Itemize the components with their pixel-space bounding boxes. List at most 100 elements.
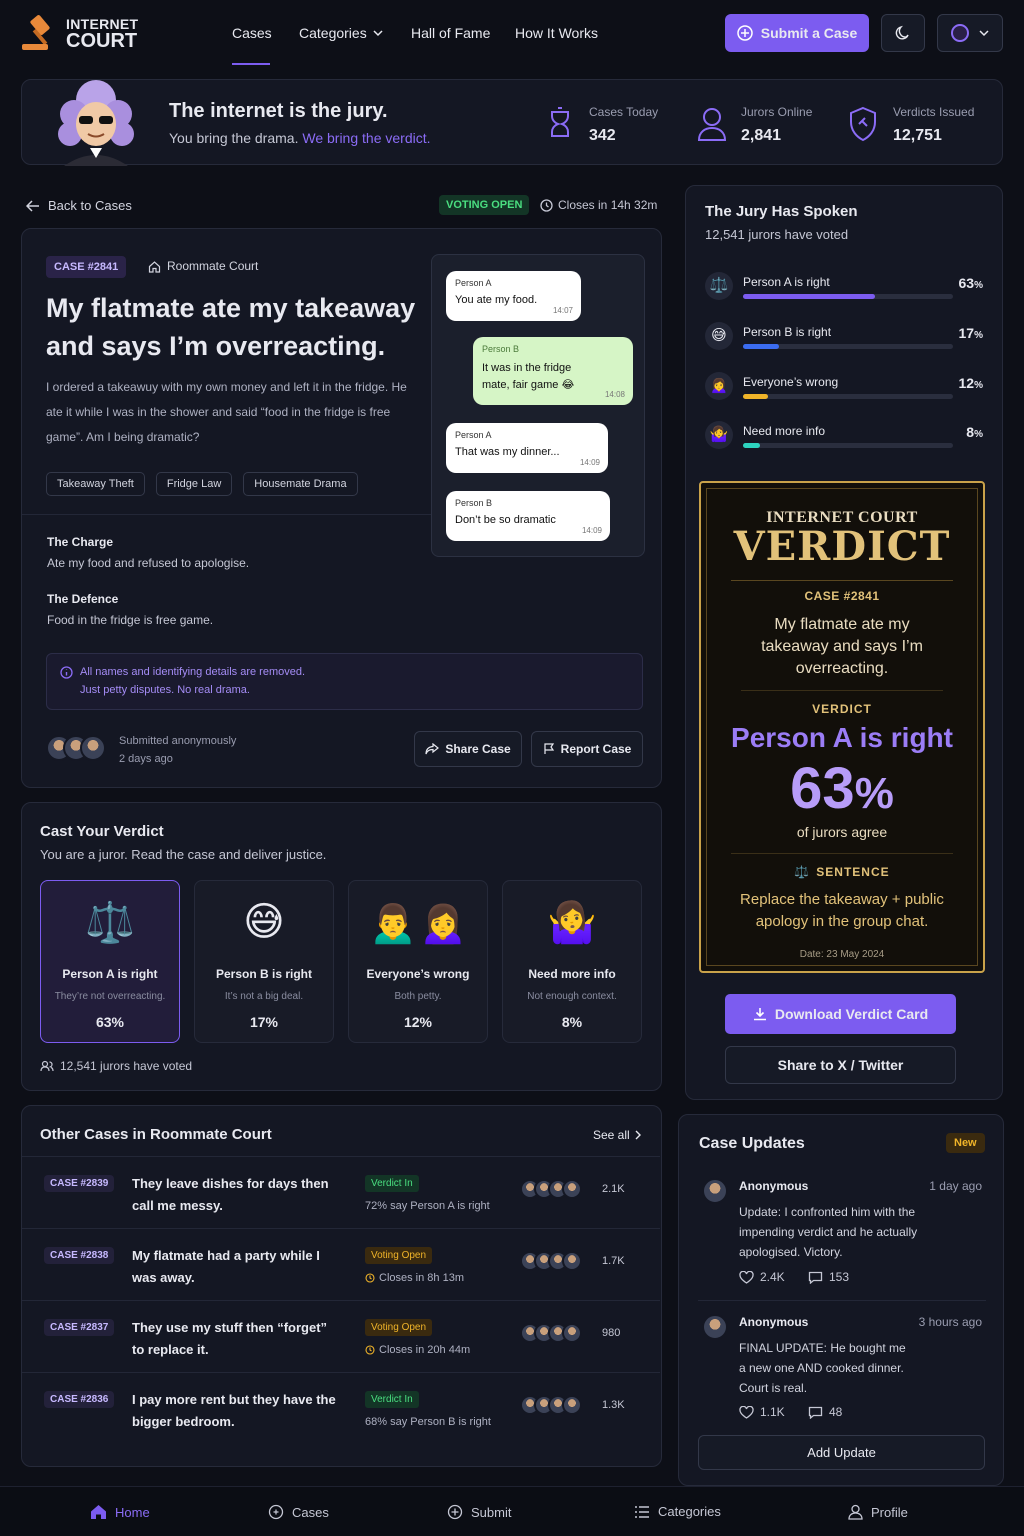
avatar <box>562 1395 582 1415</box>
like-count: 2.4K <box>760 1270 785 1284</box>
avatar <box>702 1314 728 1340</box>
stat-jurors-online: Jurors Online 2,841 <box>697 102 837 148</box>
add-update-button[interactable]: Add Update <box>698 1435 985 1470</box>
vote-option-everyone-wrong[interactable]: 🙍‍♂️🙍‍♀️ Everyone’s wrong Both petty. 12… <box>348 880 488 1043</box>
jury-title: The Jury Has Spoken <box>705 203 858 220</box>
stat-label: Jurors Online <box>741 105 813 119</box>
comment-button[interactable]: 153 <box>808 1270 849 1284</box>
verdict-head-2: VERDICT <box>733 523 951 570</box>
update-item: Anonymous 3 hours ago FINAL UPDATE: He b… <box>698 1312 986 1422</box>
share-case-button[interactable]: Share Case <box>414 731 522 767</box>
grimace-emoji-icon: 😅 <box>243 900 285 944</box>
case-list-item[interactable]: CASE #2837 They use my stuff then “forge… <box>22 1300 660 1372</box>
add-update-label: Add Update <box>807 1445 876 1460</box>
download-verdict-button[interactable]: Download Verdict Card <box>725 994 956 1034</box>
logo[interactable]: INTERNET COURT <box>20 14 150 54</box>
sentence-heading: ⚖️ SENTENCE <box>701 865 983 879</box>
moon-icon <box>895 25 909 40</box>
bottom-nav-profile[interactable]: Profile <box>848 1504 908 1520</box>
closes-label: Closes in 14h 32m <box>558 198 658 212</box>
voting-status-badge: VOTING OPEN <box>439 195 530 215</box>
chat-bubble: Person B It was in the fridge mate, fair… <box>473 337 633 405</box>
nav-how-it-works[interactable]: How It Works <box>515 25 598 41</box>
avatar <box>562 1251 582 1271</box>
pouting-person-emoji-icon: 🙍‍♀️ <box>705 372 733 400</box>
avatar <box>702 1178 728 1204</box>
see-all-label: See all <box>593 1128 630 1142</box>
case-list-item[interactable]: CASE #2839 They leave dishes for days th… <box>22 1156 660 1228</box>
info-icon <box>60 666 73 679</box>
case-row-detail: Closes in 8h 13m <box>365 1272 464 1284</box>
theme-toggle-button[interactable] <box>881 14 925 52</box>
back-to-cases-link[interactable]: Back to Cases <box>26 198 132 213</box>
juror-avatars <box>520 1323 582 1343</box>
case-list-item[interactable]: CASE #2838 My flatmate had a party while… <box>22 1228 660 1300</box>
share-twitter-button[interactable]: Share to X / Twitter <box>725 1046 956 1084</box>
nav-cases[interactable]: Cases <box>232 25 272 41</box>
tag-chip[interactable]: Fridge Law <box>155 472 233 496</box>
result-pct-value: 63 <box>958 275 975 291</box>
case-id-badge: CASE #2841 <box>46 256 127 278</box>
verdict-pct-sign: % <box>854 769 894 818</box>
report-case-button[interactable]: Report Case <box>531 731 643 767</box>
comment-icon <box>808 1271 823 1284</box>
comment-button[interactable]: 48 <box>808 1405 842 1419</box>
verdict-result: Person A is right <box>731 722 953 753</box>
status-badge: Voting Open <box>365 1247 433 1264</box>
shrug-emoji-icon: 🤷‍♀️ <box>547 901 597 945</box>
tag-chip[interactable]: Housemate Drama <box>243 472 358 496</box>
vote-option-need-info[interactable]: 🤷‍♀️ Need more info Not enough context. … <box>502 880 642 1043</box>
verdict-agree: of jurors agree <box>796 824 888 840</box>
bottom-nav-categories[interactable]: Categories <box>634 1504 721 1519</box>
juror-avatars <box>520 1395 582 1415</box>
sentence-label: SENTENCE <box>816 865 890 879</box>
result-label: Everyone’s wrong <box>743 375 839 389</box>
case-list-item[interactable]: CASE #2836 I pay more rent but they have… <box>22 1372 660 1444</box>
like-count: 1.1K <box>760 1405 785 1419</box>
verdict-certificate: INTERNET COURT VERDICT CASE #2841 My fla… <box>699 481 985 973</box>
vote-option-person-a[interactable]: ⚖️ Person A is right They’re not overrea… <box>40 880 180 1043</box>
see-all-link[interactable]: See all <box>593 1128 641 1142</box>
vote-option-label: Person B is right <box>215 967 313 981</box>
result-bar <box>743 394 953 399</box>
result-label: Need more info <box>743 424 826 438</box>
jury-result-row: 🙍‍♀️ Everyone’s wrong 12% <box>705 372 985 412</box>
home-icon <box>91 1505 106 1519</box>
list-icon <box>635 1505 649 1518</box>
court-category[interactable]: Roommate Court <box>148 259 258 273</box>
nav-categories[interactable]: Categories <box>299 25 383 41</box>
arrow-left-icon <box>26 199 39 212</box>
verdict-label: VERDICT <box>812 702 872 716</box>
charge-text: Ate my food and refused to apologise. <box>47 556 250 570</box>
case-id-badge: CASE #2838 <box>44 1247 115 1264</box>
voted-count-label: 12,541 jurors have voted <box>60 1059 193 1073</box>
clock-icon <box>540 198 553 212</box>
bottom-nav-home[interactable]: Home <box>90 1504 150 1520</box>
jury-subtitle: 12,541 jurors have voted <box>705 227 849 242</box>
bottom-nav-submit[interactable]: Submit <box>447 1504 511 1520</box>
like-button[interactable]: 1.1K <box>739 1405 785 1419</box>
charge-label: The Charge <box>47 535 114 549</box>
bottom-nav-label: Home <box>115 1504 150 1520</box>
divider <box>698 1300 986 1301</box>
plus-circle-icon <box>737 25 753 41</box>
tag-chip[interactable]: Takeaway Theft <box>46 472 145 496</box>
heart-icon <box>739 1270 754 1284</box>
result-pct: 17% <box>958 325 983 341</box>
chat-time: 14:08 <box>604 390 625 399</box>
submit-case-button[interactable]: Submit a Case <box>725 14 869 52</box>
jury-result-row: ⚖️ Person A is right 63% <box>705 272 985 312</box>
judge-mascot-icon <box>58 80 134 166</box>
defence-label: The Defence <box>47 592 119 606</box>
account-menu-button[interactable] <box>937 14 1003 52</box>
comment-count: 153 <box>829 1270 850 1284</box>
vote-option-person-b[interactable]: 😅 Person B is right It’s not a big deal.… <box>194 880 334 1043</box>
update-author: Anonymous <box>739 1179 809 1193</box>
gavel-emoji-icon: ⚖️ <box>705 272 733 300</box>
nav-hall-of-fame[interactable]: Hall of Fame <box>411 25 490 41</box>
new-badge: New <box>946 1133 985 1153</box>
bottom-nav-cases[interactable]: Cases <box>268 1504 329 1520</box>
like-button[interactable]: 2.4K <box>739 1270 785 1284</box>
stat-cases-today: Cases Today 342 <box>547 102 677 148</box>
chat-bubble: Person A You ate my food. 14:07 <box>446 271 581 321</box>
